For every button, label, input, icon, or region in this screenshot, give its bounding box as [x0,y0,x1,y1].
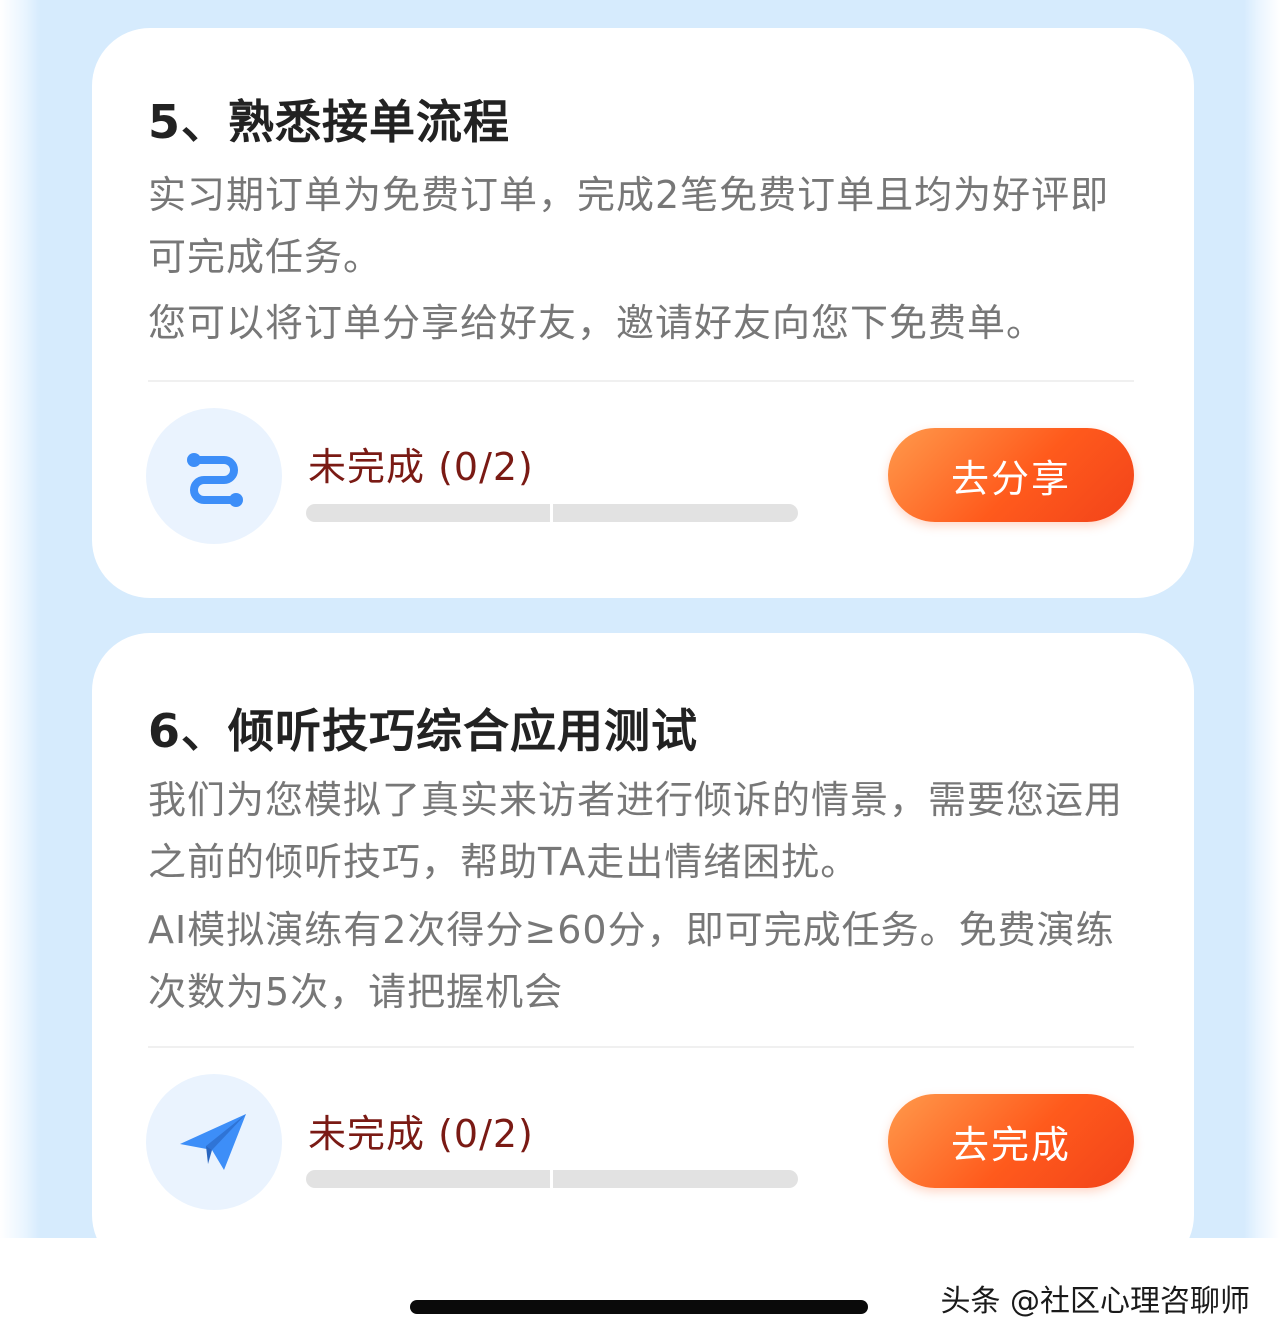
divider [148,1046,1134,1048]
left-edge-gradient [0,0,40,1238]
task-description-1: 实习期订单为免费订单，完成2笔免费订单且均为好评即可完成任务。 [148,173,1110,279]
task-status: 未完成 (0/2) [308,1112,534,1156]
progress-bar [306,1170,798,1188]
task-card-listening-test: 6、倾听技巧综合应用测试 我们为您模拟了真实来访者进行倾诉的情景，需要您运用之前… [92,633,1194,1273]
task-title: 6、倾听技巧综合应用测试 [148,704,699,758]
task-description-2: 您可以将订单分享给好友，邀请好友向您下免费单。 [148,301,1046,345]
paper-plane-icon [146,1074,282,1210]
complete-button[interactable]: 去完成 [888,1094,1134,1188]
route-icon [146,408,282,544]
home-indicator[interactable] [410,1300,868,1314]
watermark: 头条 @社区心理咨聊师 [940,1284,1250,1319]
task-description-1: 我们为您模拟了真实来访者进行倾诉的情景，需要您运用之前的倾听技巧，帮助TA走出情… [148,778,1124,884]
progress-separator [550,504,553,522]
progress-separator [550,1170,553,1188]
bottom-bar: 头条 @社区心理咨聊师 [0,1238,1280,1340]
share-button[interactable]: 去分享 [888,428,1134,522]
divider [148,380,1134,382]
task-title: 5、熟悉接单流程 [148,95,511,149]
task-status: 未完成 (0/2) [308,445,534,489]
task-description-2: AI模拟演练有2次得分≥60分，即可完成任务。免费演练次数为5次，请把握机会 [148,908,1115,1014]
progress-bar [306,504,798,522]
task-card-order-flow: 5、熟悉接单流程 实习期订单为免费订单，完成2笔免费订单且均为好评即可完成任务。… [92,28,1194,598]
right-edge-gradient [1244,0,1280,1238]
